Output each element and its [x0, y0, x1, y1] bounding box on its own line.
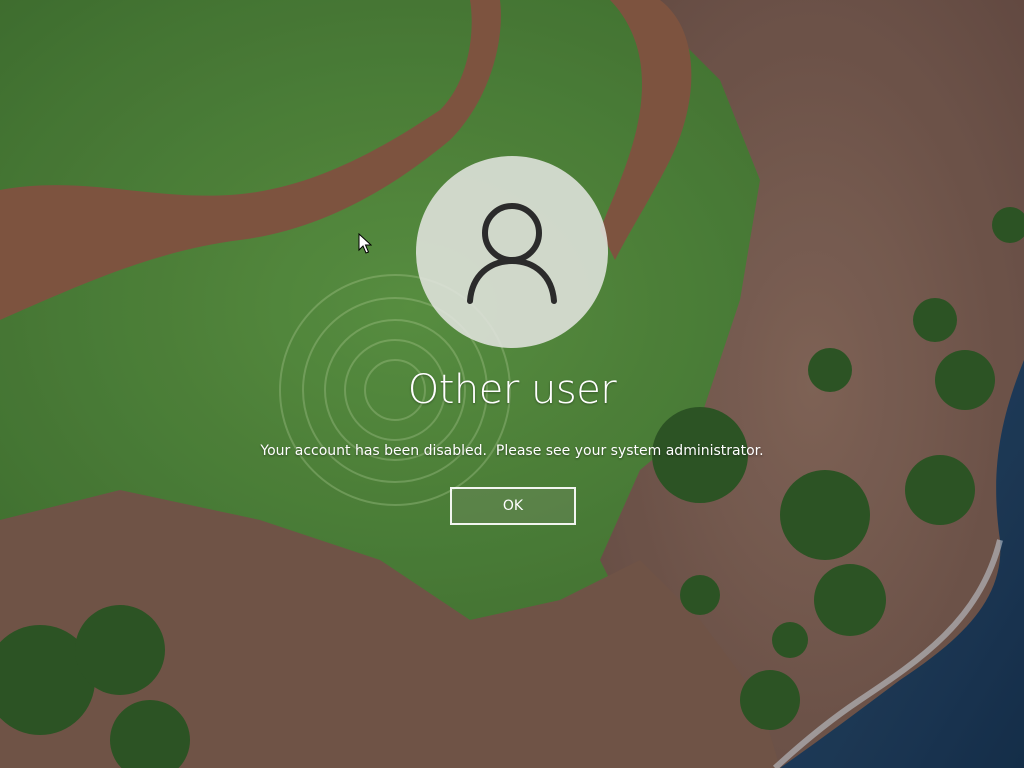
mouse-pointer-icon [358, 233, 372, 254]
ok-button[interactable]: OK [450, 487, 576, 525]
user-silhouette-icon [467, 203, 557, 304]
ok-button-label: OK [502, 498, 524, 514]
user-avatar [416, 156, 608, 348]
user-name: Other user [407, 367, 617, 413]
lock-screen: Other user Your account has been disable… [0, 0, 1024, 768]
account-disabled-message: Your account has been disabled. Please s… [260, 443, 764, 459]
